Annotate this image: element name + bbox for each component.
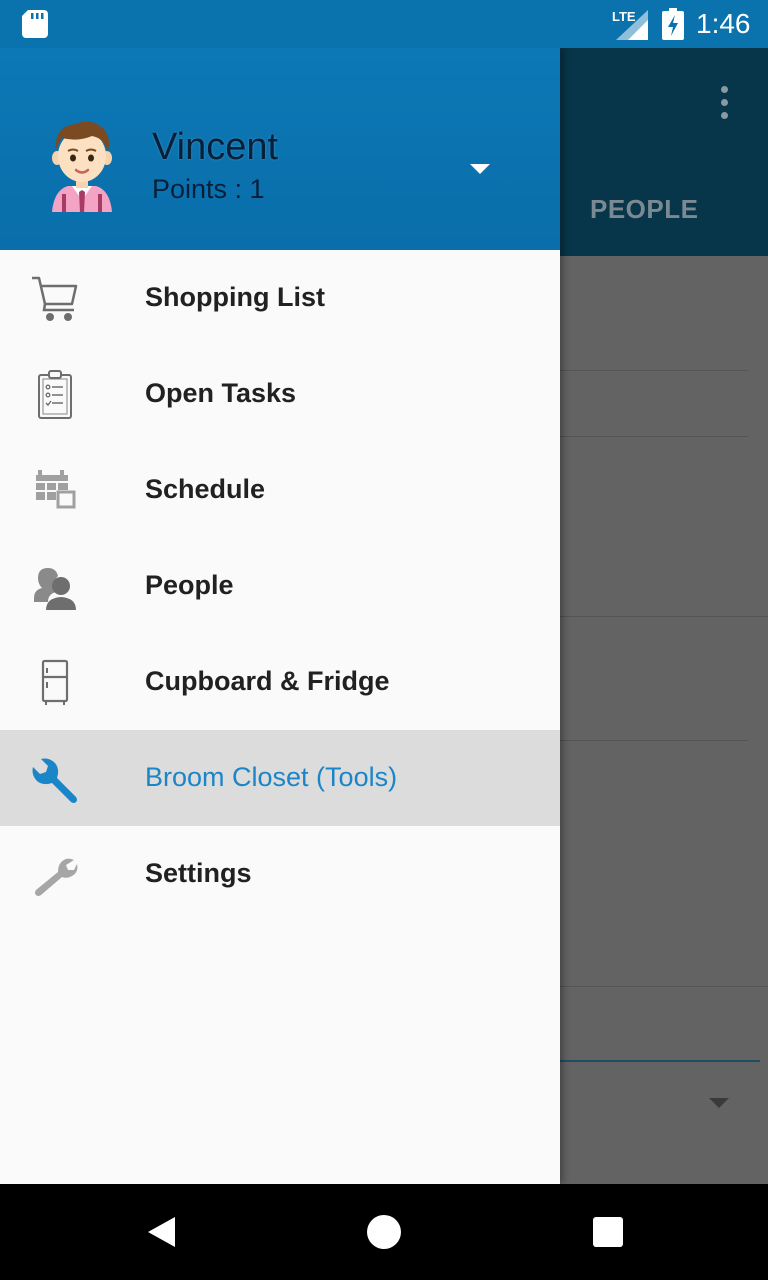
battery-charging-icon [662,8,684,40]
background-divider [560,986,768,987]
drawer-item-cupboard-fridge[interactable]: Cupboard & Fridge [0,634,560,730]
drawer-item-schedule[interactable]: Schedule [0,442,560,538]
user-points: Points : 1 [152,174,265,204]
fridge-icon [41,659,69,705]
drawer-item-label: Schedule [145,474,266,504]
drawer-item-open-tasks[interactable]: Open Tasks [0,346,560,442]
tab-people: PEOPLE [590,194,699,224]
drawer-header: Vincent Points : 1 [0,48,560,250]
background-divider [560,616,768,617]
background-divider [560,436,748,437]
drawer-item-broom-closet[interactable]: Broom Closet (Tools) [0,730,560,826]
dropdown-arrow-icon [709,1098,729,1108]
cell-signal-icon [616,10,648,40]
arrow-drop-down-icon[interactable] [466,160,494,180]
clock: 1:46 [696,8,751,39]
drawer-item-label: Cupboard & Fridge [145,666,390,696]
back-triangle-icon[interactable] [146,1216,176,1248]
sd-card-icon [22,10,48,38]
navigation-drawer: Vincent Points : 1 Shopping List Open Ta… [0,48,560,1184]
drawer-item-people[interactable]: People [0,538,560,634]
calendar-icon [36,470,76,509]
home-circle-icon[interactable] [367,1215,401,1249]
drawer-item-settings[interactable]: Settings [0,826,560,922]
wrench-icon [32,758,77,803]
settings-wrench-icon [35,858,78,896]
user-name: Vincent [152,126,279,168]
drawer-item-label: Shopping List [145,282,325,312]
drawer-item-label: People [145,570,234,600]
status-bar: LTE 1:46 [0,0,768,48]
drawer-menu: Shopping List Open Tasks Schedule People… [0,250,560,922]
background-divider [560,370,748,371]
drawer-item-shopping-list[interactable]: Shopping List [0,250,560,346]
background-input-underline [560,1060,760,1062]
clipboard-icon [38,370,72,419]
boy-avatar-icon [52,121,112,212]
recent-square-icon[interactable] [593,1217,623,1247]
drawer-item-label: Broom Closet (Tools) [145,762,398,792]
drawer-item-label: Settings [145,858,252,888]
people-icon [34,568,76,610]
cart-icon [32,276,78,321]
drawer-item-label: Open Tasks [145,378,297,408]
background-divider [560,740,748,741]
more-vert-icon [716,86,732,126]
